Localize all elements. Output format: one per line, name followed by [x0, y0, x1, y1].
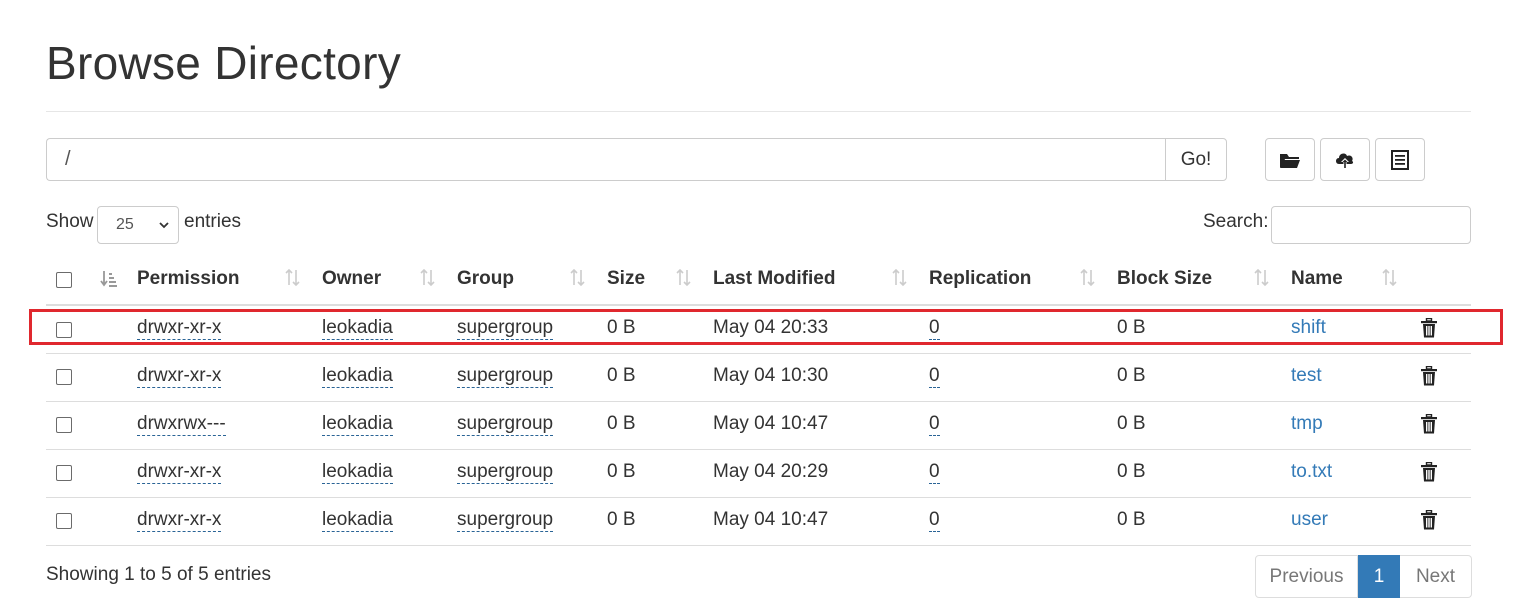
trash-icon[interactable]: [1421, 462, 1437, 482]
create-directory-button[interactable]: [1265, 138, 1315, 181]
select-all-checkbox[interactable]: [56, 272, 72, 288]
block-size-cell: 0 B: [1117, 413, 1146, 434]
replication-cell[interactable]: 0: [929, 461, 940, 484]
table-row: drwxr-xr-x leokadia supergroup 0 B May 0…: [46, 498, 1471, 546]
name-link[interactable]: tmp: [1291, 413, 1323, 435]
table-row: drwxrwx--- leokadia supergroup 0 B May 0…: [46, 402, 1471, 450]
group-cell[interactable]: supergroup: [457, 461, 554, 484]
sort-both-icon[interactable]: [676, 269, 692, 287]
column-header-group[interactable]: Group: [457, 268, 514, 290]
sort-both-icon[interactable]: [570, 269, 586, 287]
table-row: drwxr-xr-x leokadia supergroup 0 B May 0…: [46, 306, 1471, 354]
trash-icon[interactable]: [1421, 318, 1437, 338]
column-header-last-modified[interactable]: Last Modified: [713, 268, 835, 290]
group-cell[interactable]: supergroup: [457, 317, 554, 340]
name-link[interactable]: test: [1291, 365, 1322, 387]
column-header-permission[interactable]: Permission: [137, 268, 239, 290]
permission-cell[interactable]: drwxr-xr-x: [137, 365, 222, 388]
permission-cell[interactable]: drwxr-xr-x: [137, 461, 222, 484]
upload-files-button[interactable]: [1320, 138, 1370, 181]
column-header-block-size[interactable]: Block Size: [1117, 268, 1212, 290]
row-checkbox[interactable]: [56, 513, 72, 529]
replication-cell[interactable]: 0: [929, 509, 940, 532]
folder-open-icon: [1280, 153, 1300, 168]
pagination: Previous 1 Next: [1255, 555, 1472, 598]
replication-cell[interactable]: 0: [929, 365, 940, 388]
chevron-down-icon: [159, 222, 169, 229]
sort-both-icon[interactable]: [1254, 269, 1270, 287]
cut-paste-button[interactable]: [1375, 138, 1425, 181]
block-size-cell: 0 B: [1117, 509, 1146, 530]
modified-cell: May 04 10:30: [713, 365, 829, 386]
owner-cell[interactable]: leokadia: [322, 413, 393, 436]
previous-page-button[interactable]: Previous: [1255, 555, 1358, 598]
page-length-select[interactable]: 25: [97, 206, 179, 244]
sort-both-icon[interactable]: [420, 269, 436, 287]
replication-cell[interactable]: 0: [929, 317, 940, 340]
permission-cell[interactable]: drwxr-xr-x: [137, 317, 222, 340]
next-page-button[interactable]: Next: [1400, 555, 1472, 598]
sort-both-icon[interactable]: [1080, 269, 1096, 287]
sort-both-icon[interactable]: [285, 269, 301, 287]
search-input[interactable]: [1271, 206, 1471, 244]
go-button[interactable]: Go!: [1165, 138, 1227, 181]
search-label: Search:: [1203, 211, 1269, 232]
title-divider: [46, 111, 1471, 112]
name-link[interactable]: shift: [1291, 317, 1326, 339]
sort-both-icon[interactable]: [1382, 269, 1398, 287]
entries-label: entries: [184, 211, 242, 232]
owner-cell[interactable]: leokadia: [322, 461, 393, 484]
page-title: Browse Directory: [46, 37, 401, 89]
group-cell[interactable]: supergroup: [457, 365, 554, 388]
column-header-replication[interactable]: Replication: [929, 268, 1031, 290]
path-bar: Go!: [46, 138, 1227, 181]
page-1-button[interactable]: 1: [1358, 555, 1400, 598]
name-link[interactable]: to.txt: [1291, 461, 1332, 483]
table-row: drwxr-xr-x leokadia supergroup 0 B May 0…: [46, 450, 1471, 498]
trash-icon[interactable]: [1421, 510, 1437, 530]
block-size-cell: 0 B: [1117, 461, 1146, 482]
row-divider: [46, 545, 1471, 546]
row-checkbox[interactable]: [56, 369, 72, 385]
column-header-size[interactable]: Size: [607, 268, 645, 290]
owner-cell[interactable]: leokadia: [322, 317, 393, 340]
cloud-upload-icon: [1336, 153, 1354, 169]
group-cell[interactable]: supergroup: [457, 413, 554, 436]
show-label: Show: [46, 211, 94, 232]
page-length-value: 25: [116, 216, 134, 233]
row-checkbox[interactable]: [56, 465, 72, 481]
block-size-cell: 0 B: [1117, 365, 1146, 386]
trash-icon[interactable]: [1421, 414, 1437, 434]
row-checkbox[interactable]: [56, 322, 72, 338]
size-cell: 0 B: [607, 509, 636, 530]
owner-cell[interactable]: leokadia: [322, 509, 393, 532]
modified-cell: May 04 10:47: [713, 509, 829, 530]
permission-cell[interactable]: drwxrwx---: [137, 413, 226, 436]
size-cell: 0 B: [607, 413, 636, 434]
trash-icon[interactable]: [1421, 366, 1437, 386]
size-cell: 0 B: [607, 461, 636, 482]
replication-cell[interactable]: 0: [929, 413, 940, 436]
modified-cell: May 04 10:47: [713, 413, 829, 434]
name-link[interactable]: user: [1291, 509, 1328, 531]
column-header-owner[interactable]: Owner: [322, 268, 381, 290]
block-size-cell: 0 B: [1117, 317, 1146, 338]
size-cell: 0 B: [607, 317, 636, 338]
permission-cell[interactable]: drwxr-xr-x: [137, 509, 222, 532]
size-cell: 0 B: [607, 365, 636, 386]
modified-cell: May 04 20:33: [713, 317, 829, 338]
group-cell[interactable]: supergroup: [457, 509, 554, 532]
row-checkbox[interactable]: [56, 417, 72, 433]
owner-cell[interactable]: leokadia: [322, 365, 393, 388]
path-input[interactable]: [46, 138, 1165, 181]
sort-both-icon[interactable]: [892, 269, 908, 287]
modified-cell: May 04 20:29: [713, 461, 829, 482]
sort-ascending-icon[interactable]: [100, 270, 118, 288]
table-row: drwxr-xr-x leokadia supergroup 0 B May 0…: [46, 354, 1471, 402]
column-header-name[interactable]: Name: [1291, 268, 1343, 290]
list-icon: [1391, 149, 1409, 170]
table-info: Showing 1 to 5 of 5 entries: [46, 564, 271, 585]
